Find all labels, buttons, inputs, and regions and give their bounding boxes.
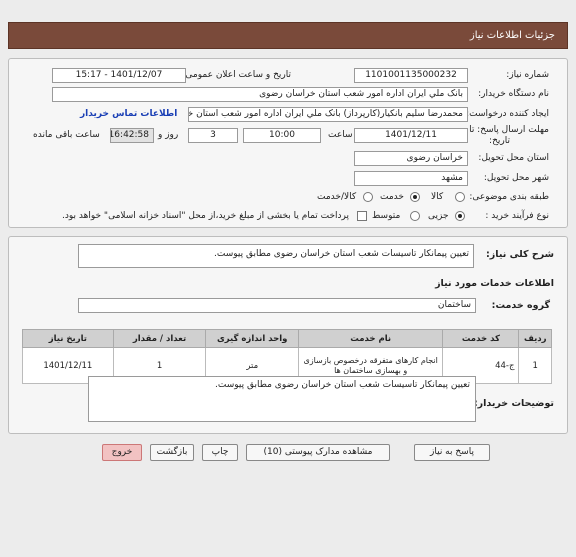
col-code: کد خدمت [442,329,520,348]
days-field: 3 [188,128,238,143]
back-button[interactable]: بازگشت [150,444,194,461]
category-service-radio[interactable] [410,192,420,202]
service-group-field: ساختمان [78,298,476,313]
announce-datetime-label: تاریخ و ساعت اعلان عمومی: [182,70,291,80]
category-goods-label: کالا [431,192,444,202]
col-unit: واحد اندازه گیری [205,329,300,348]
announce-datetime-field: 1401/12/07 - 15:17 [52,68,186,83]
cell-row: 1 [518,347,552,384]
category-service-label: خدمت [380,192,404,202]
province-label: استان محل تحویل: [478,153,549,163]
need-number-label: شماره نیاز: [506,70,549,80]
need-number-field: 1101001135000232 [354,68,468,83]
buyer-notes-field: تعیین پیمانکار تاسیسات شعب استان خراسان … [88,376,476,422]
buyer-notes-label: توضیحات خریدار: [473,398,554,409]
buyer-contact-link[interactable]: اطلاعات تماس خریدار [80,109,177,119]
col-date: تاریخ نیاز [22,329,114,348]
exit-button[interactable]: خروج [102,444,142,461]
days-label: روز و [158,130,179,140]
process-type-label: نوع فرآیند خرید : [485,211,549,221]
category-both-radio[interactable] [363,192,373,202]
creator-field: محمدرضا سليم بانکيار(کارپرداز) بانک ملي … [188,107,468,122]
service-group-label: گروه خدمت: [491,300,550,311]
print-button[interactable]: چاپ [202,444,238,461]
deadline-time-field: 10:00 [243,128,321,143]
remaining-time-field: 16:42:58 [110,128,154,143]
deadline-date-field: 1401/12/11 [354,128,468,143]
category-goods-radio[interactable] [455,192,465,202]
buyer-org-label: نام دستگاه خریدار: [478,89,549,99]
table-header-row: ردیف کد خدمت نام خدمت واحد اندازه گیری ت… [22,329,552,348]
deadline-label: مهلت ارسال پاسخ: تا [469,125,549,135]
page-title: جزئیات اطلاعات نیاز [469,30,555,41]
treasury-payment-note: پرداخت تمام یا بخشی از مبلغ خرید،از محل … [62,211,350,221]
col-qty: تعداد / مقدار [112,329,207,348]
category-both-label: کالا/خدمت [317,192,357,202]
treasury-payment-checkbox[interactable] [357,211,367,221]
view-attachments-button[interactable]: مشاهده مدارک پیوستی (10) [246,444,390,461]
city-field: مشهد [354,171,468,186]
process-minor-radio[interactable] [455,211,465,221]
description-field: تعیین پیمانکار تاسیسات شعب استان خراسان … [78,244,474,268]
need-info-panel [8,58,568,228]
deadline-time-label: ساعت [328,130,353,140]
process-medium-radio[interactable] [410,211,420,221]
category-label: طبقه بندی موضوعی: [469,192,549,202]
page-header: جزئیات اطلاعات نیاز [8,22,568,49]
creator-label: ایجاد کننده درخواست: [466,109,549,119]
description-label: شرح کلی نیاز: [485,249,554,260]
col-name: نام خدمت [298,329,444,348]
services-section-title: اطلاعات خدمات مورد نیاز [435,278,554,289]
process-medium-label: متوسط [372,211,401,221]
buyer-org-field: بانک ملي ايران اداره امور شعب استان خراس… [52,87,468,102]
city-label: شهر محل تحویل: [483,173,549,183]
deadline-date-label: تاریخ: [489,136,510,146]
col-row: ردیف [518,329,552,348]
province-field: خراسان رضوی [354,151,468,166]
reply-button[interactable]: پاسخ به نیاز [414,444,490,461]
process-minor-label: جزیی [428,211,449,221]
remaining-time-label: ساعت باقی مانده [33,130,100,140]
